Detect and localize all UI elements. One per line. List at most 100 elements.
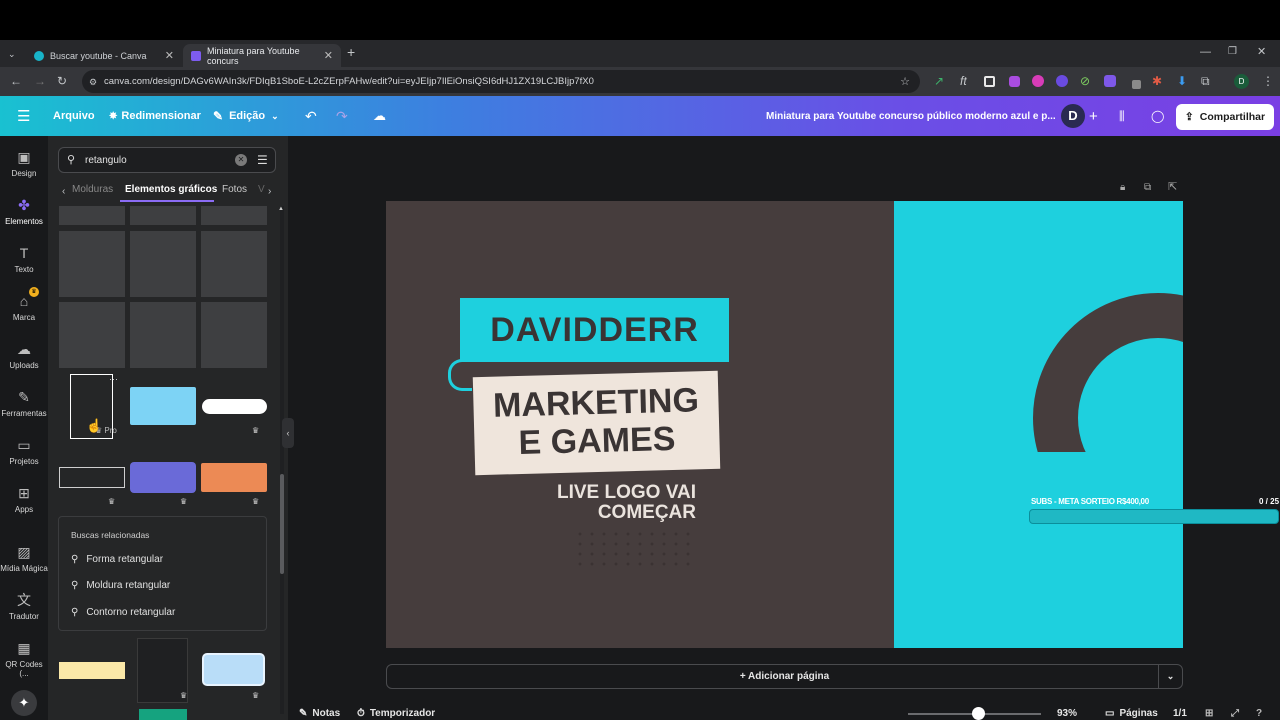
tabs-scroll-right-icon[interactable]: › bbox=[268, 186, 271, 198]
fullscreen-icon[interactable]: ⤢ bbox=[1231, 708, 1239, 719]
element-tile[interactable] bbox=[201, 231, 267, 297]
extension-fonts-icon[interactable]: ft bbox=[960, 75, 967, 87]
file-menu[interactable]: Arquivo bbox=[53, 96, 95, 136]
white-rounded-bar-element[interactable] bbox=[202, 399, 267, 414]
extension-icon[interactable] bbox=[1104, 75, 1116, 87]
tabs-scroll-left-icon[interactable]: ‹ bbox=[62, 186, 65, 198]
search-input[interactable]: ⚲ retangulo ✕ ☰ bbox=[58, 147, 276, 173]
more-options-icon[interactable]: ⋯ bbox=[109, 374, 118, 385]
rail-item-elements[interactable]: ✤ Elementos bbox=[0, 197, 48, 226]
paper-strip-element[interactable] bbox=[59, 662, 125, 679]
timer-button[interactable]: ⏱︎ Temporizador bbox=[357, 708, 435, 719]
green-rectangle-element[interactable] bbox=[139, 709, 187, 720]
related-search-item[interactable]: ⚲ Forma retangular bbox=[71, 554, 163, 565]
close-window-icon[interactable]: ✕ bbox=[1257, 46, 1266, 58]
tab-search-icon[interactable]: ⌄ bbox=[8, 48, 16, 60]
profile-avatar[interactable]: D bbox=[1234, 74, 1249, 89]
redo-icon[interactable]: ↷ bbox=[336, 96, 348, 136]
element-tile[interactable] bbox=[130, 231, 196, 297]
light-blue-rectangle-element[interactable] bbox=[130, 387, 196, 425]
help-icon[interactable]: ? bbox=[1256, 708, 1262, 719]
dot-grid-decoration[interactable] bbox=[574, 529, 696, 571]
lock-icon[interactable]: 🔒︎ bbox=[1120, 182, 1125, 194]
download-icon[interactable]: ⬇ bbox=[1177, 75, 1187, 87]
element-tile[interactable] bbox=[130, 302, 196, 368]
element-tile[interactable] bbox=[59, 206, 125, 225]
extension-icon[interactable] bbox=[1032, 75, 1044, 87]
extensions-puzzle-icon[interactable]: ⧉ bbox=[1201, 75, 1210, 87]
user-avatar[interactable]: D bbox=[1061, 104, 1085, 128]
url-field[interactable]: ⚙ canva.com/design/DAGv6WAIn3k/FDIqB1Sbo… bbox=[82, 70, 920, 93]
element-tile[interactable] bbox=[201, 302, 267, 368]
reload-icon[interactable]: ↻ bbox=[57, 75, 67, 87]
orange-rectangle-element[interactable] bbox=[201, 463, 267, 492]
bookmark-star-icon[interactable]: ☆ bbox=[900, 76, 910, 88]
close-tab-icon[interactable]: ✕ bbox=[165, 49, 174, 62]
share-button[interactable]: ⇪ Compartilhar bbox=[1176, 104, 1274, 130]
collapse-panel-button[interactable]: ‹ bbox=[282, 418, 294, 448]
duplicate-page-icon[interactable]: ⧉ bbox=[1144, 182, 1151, 194]
hamburger-menu-icon[interactable]: ☰ bbox=[17, 96, 30, 136]
browser-tab-2[interactable]: Miniatura para Youtube concurs ✕ bbox=[183, 44, 341, 67]
add-page-icon[interactable]: ⇱ bbox=[1168, 181, 1177, 193]
zoom-level[interactable]: 93% bbox=[1057, 708, 1077, 719]
extension-icon[interactable]: ✱ bbox=[1152, 75, 1162, 87]
scroll-up-arrow-icon[interactable]: ▲ bbox=[278, 206, 284, 212]
comment-icon[interactable]: ◯ bbox=[1151, 96, 1164, 136]
browser-tab-1[interactable]: Buscar youtube - Canva ✕ bbox=[26, 44, 182, 67]
notes-button[interactable]: ✎ Notas bbox=[299, 708, 340, 719]
design-subtitle-block[interactable]: MARKETING E GAMES bbox=[472, 370, 721, 476]
undo-icon[interactable]: ↶ bbox=[305, 96, 317, 136]
related-search-item[interactable]: ⚲ Contorno retangular bbox=[71, 607, 175, 618]
grid-view-icon[interactable]: ⊞ bbox=[1205, 708, 1213, 719]
tab-molduras[interactable]: Molduras bbox=[72, 184, 113, 195]
add-page-chevron-icon[interactable]: ⌄ bbox=[1158, 665, 1182, 688]
back-icon[interactable]: ← bbox=[10, 75, 22, 87]
live-text[interactable]: LIVE LOGO VAI COMEÇAR bbox=[516, 483, 696, 523]
element-tile[interactable] bbox=[59, 231, 125, 297]
maximize-icon[interactable]: ❐ bbox=[1228, 46, 1237, 58]
new-tab-button[interactable]: + bbox=[347, 45, 355, 59]
design-title-text[interactable]: DAVIDDERR bbox=[460, 298, 729, 362]
rail-item-translator[interactable]: 文 Tradutor bbox=[0, 592, 48, 621]
design-canvas[interactable]: DAVIDDERR MARKETING E GAMES LIVE LOGO VA… bbox=[386, 201, 1183, 648]
rail-item-uploads[interactable]: ☁ Uploads bbox=[0, 341, 48, 370]
element-tile[interactable] bbox=[201, 206, 267, 225]
pages-button[interactable]: ▭ Páginas bbox=[1105, 708, 1158, 719]
related-search-item[interactable]: ⚲ Moldura retangular bbox=[71, 580, 170, 591]
browser-menu-icon[interactable]: ⋮ bbox=[1262, 75, 1274, 87]
rail-item-tools[interactable]: ✎ Ferramentas bbox=[0, 389, 48, 418]
edit-mode-dropdown[interactable]: ✎ Edição ⌄ bbox=[213, 96, 279, 136]
rail-item-design[interactable]: ▣ Design bbox=[0, 149, 48, 178]
magic-sparkle-icon[interactable]: ✦ bbox=[11, 690, 37, 716]
resize-button[interactable]: ✸ Redimensionar bbox=[109, 96, 201, 136]
rail-item-projects[interactable]: ▭ Projetos bbox=[0, 437, 48, 466]
element-tile[interactable] bbox=[59, 302, 125, 368]
extension-icon[interactable] bbox=[984, 76, 995, 87]
extension-icon[interactable]: ⊘ bbox=[1080, 75, 1090, 87]
add-collaborator-icon[interactable]: + bbox=[1089, 96, 1098, 136]
tab-elementos-graficos[interactable]: Elementos gráficos bbox=[125, 184, 217, 195]
minimize-icon[interactable]: — bbox=[1200, 46, 1211, 58]
element-tile[interactable] bbox=[130, 206, 196, 225]
tab-videos[interactable]: V bbox=[258, 184, 265, 195]
extension-icon[interactable] bbox=[1009, 76, 1020, 87]
extension-icon[interactable]: ↗ bbox=[934, 75, 944, 87]
close-tab-icon[interactable]: ✕ bbox=[324, 49, 333, 62]
cloud-saved-icon[interactable]: ☁ bbox=[373, 96, 386, 136]
extension-icon[interactable] bbox=[1132, 80, 1141, 89]
forward-icon[interactable]: → bbox=[34, 75, 46, 87]
filter-sliders-icon[interactable]: ☰ bbox=[257, 154, 268, 166]
extension-icon[interactable] bbox=[1056, 75, 1068, 87]
insights-chart-icon[interactable]: ⫼ bbox=[1119, 96, 1125, 136]
teal-curve-shape[interactable] bbox=[448, 359, 472, 391]
site-info-icon[interactable]: ⚙ bbox=[89, 76, 97, 88]
purple-rectangle-element[interactable] bbox=[130, 462, 196, 493]
thin-rectangle-outline-element[interactable] bbox=[59, 467, 125, 488]
rail-item-apps[interactable]: ⊞ Apps bbox=[0, 485, 48, 514]
panel-scrollbar-thumb[interactable] bbox=[280, 474, 284, 574]
add-page-button[interactable]: + Adicionar página ⌄ bbox=[386, 664, 1183, 689]
rail-item-brand[interactable]: ⌂ Marca bbox=[0, 293, 48, 322]
clear-search-icon[interactable]: ✕ bbox=[235, 154, 247, 166]
rail-item-text[interactable]: T Texto bbox=[0, 245, 48, 274]
